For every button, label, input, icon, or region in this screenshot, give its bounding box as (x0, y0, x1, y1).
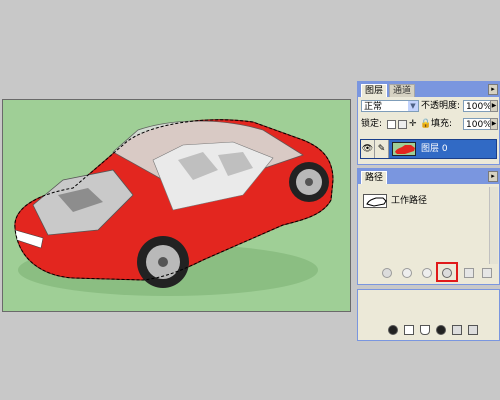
tab-paths[interactable]: 路径 (361, 171, 388, 184)
eye-icon[interactable]: 👁 (361, 140, 375, 158)
paths-scrollbar[interactable] (489, 187, 498, 264)
lock-fill-row: 锁定: ✛ 🔒 填充: 100% ▶ (361, 118, 498, 132)
add-layer-mask-icon[interactable] (404, 325, 414, 335)
create-new-path-icon[interactable] (464, 268, 474, 278)
fill-slider-arrow-icon[interactable]: ▶ (490, 118, 498, 130)
fill-input[interactable]: 100% (463, 118, 492, 130)
fill-path-icon[interactable] (382, 268, 392, 278)
opacity-input[interactable]: 100% (463, 100, 492, 112)
blend-mode-value: 正常 (364, 102, 383, 112)
path-row-work-path[interactable]: 工作路径 (361, 193, 496, 210)
paths-action-bar (358, 262, 499, 282)
layers-tab-bar: 图层 通道 ▸ (358, 82, 499, 97)
new-layer-icon[interactable] (452, 325, 462, 335)
blend-mode-select[interactable]: 正常 ▼ (361, 100, 419, 112)
add-layer-style-icon[interactable] (388, 325, 398, 335)
rear-wheel (289, 162, 329, 202)
lock-position-icon[interactable]: ✛ (409, 120, 418, 129)
layer-name: 图层 0 (421, 144, 448, 154)
load-path-as-selection-icon[interactable] (422, 268, 432, 278)
layers-palette: 图层 通道 ▸ 正常 ▼ 不透明度: 100% ▶ 锁定: ✛ 🔒 填充: 10… (357, 81, 500, 165)
document-canvas[interactable] (2, 99, 351, 312)
path-name: 工作路径 (391, 196, 428, 206)
opacity-label: 不透明度: (421, 101, 461, 111)
layers-menu-icon[interactable]: ▸ (488, 84, 498, 95)
layer-row-0[interactable]: 👁 ✎ 图层 0 (360, 139, 497, 159)
paths-palette: 路径 ▸ 工作路径 (357, 168, 500, 285)
path-thumbnail (363, 194, 387, 208)
blend-opacity-row: 正常 ▼ 不透明度: 100% ▶ (361, 100, 498, 114)
tab-channels[interactable]: 通道 (389, 84, 416, 97)
lock-transparent-pixels-icon[interactable] (387, 120, 396, 129)
layers-actions-bar (358, 325, 499, 337)
delete-layer-icon[interactable] (468, 325, 478, 335)
tab-layers[interactable]: 图层 (361, 84, 388, 97)
opacity-slider-arrow-icon[interactable]: ▶ (490, 100, 498, 112)
paths-tab-bar: 路径 ▸ (358, 169, 499, 184)
layer-thumbnail (392, 142, 416, 156)
highlight-box (436, 262, 458, 282)
lock-image-pixels-icon[interactable] (398, 120, 407, 129)
chevron-down-icon: ▼ (408, 101, 418, 111)
new-adjustment-layer-icon[interactable] (436, 325, 446, 335)
lock-label: 锁定: (361, 119, 383, 129)
lock-all-icon[interactable]: 🔒 (420, 120, 431, 129)
layers-actions-strip (357, 289, 500, 341)
new-group-icon[interactable] (420, 325, 430, 335)
delete-path-icon[interactable] (482, 268, 492, 278)
front-wheel (137, 236, 189, 288)
fill-label: 填充: (431, 119, 453, 129)
brush-icon: ✎ (375, 140, 389, 158)
stroke-path-icon[interactable] (402, 268, 412, 278)
paths-menu-icon[interactable]: ▸ (488, 171, 498, 182)
car-cutaway-image (3, 100, 350, 311)
